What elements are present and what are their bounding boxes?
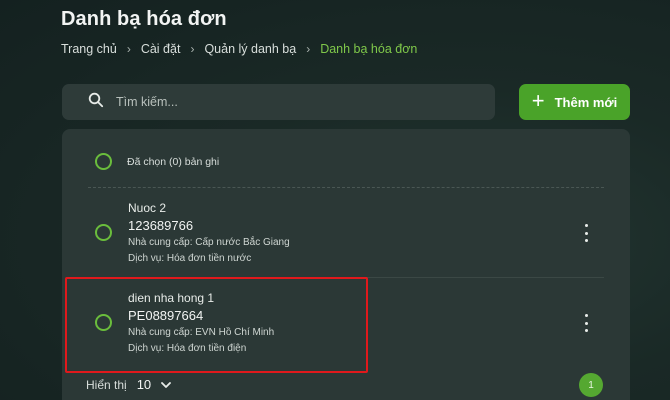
breadcrumb-current: Danh bạ hóa đơn bbox=[320, 42, 418, 56]
bill-provider: Nhà cung cấp: EVN Hồ Chí Minh bbox=[128, 327, 275, 338]
breadcrumb-separator: › bbox=[190, 42, 195, 56]
selected-count-label: Đã chọn (0) bản ghi bbox=[127, 155, 220, 168]
breadcrumb-separator: › bbox=[126, 42, 131, 56]
bill-code: PE08897664 bbox=[128, 308, 204, 323]
row-select-radio[interactable] bbox=[95, 314, 112, 331]
divider bbox=[88, 277, 604, 278]
list-item[interactable]: Nuoc 2 123689766 Nhà cung cấp: Cấp nước … bbox=[62, 191, 630, 277]
page-size-label: Hiển thị bbox=[86, 377, 127, 392]
more-options-icon[interactable] bbox=[579, 314, 593, 332]
bill-code: 123689766 bbox=[128, 218, 194, 233]
add-button-label: Thêm mới bbox=[554, 94, 618, 110]
divider bbox=[88, 187, 604, 188]
bill-name: dien nha hong 1 bbox=[128, 291, 215, 305]
bill-provider: Nhà cung cấp: Cấp nước Bắc Giang bbox=[128, 237, 290, 248]
breadcrumb-home[interactable]: Trang chủ bbox=[61, 42, 117, 56]
select-all-radio[interactable] bbox=[95, 153, 112, 170]
add-button[interactable]: + Thêm mới bbox=[519, 84, 630, 120]
pagination-current-page[interactable]: 1 bbox=[579, 373, 603, 397]
list-item[interactable]: dien nha hong 1 PE08897664 Nhà cung cấp:… bbox=[62, 281, 630, 367]
row-select-radio[interactable] bbox=[95, 224, 112, 241]
select-all[interactable]: Đã chọn (0) bản ghi bbox=[95, 153, 219, 170]
breadcrumb-settings[interactable]: Cài đặt bbox=[141, 42, 181, 56]
search-icon bbox=[88, 92, 104, 113]
plus-icon: + bbox=[531, 88, 545, 113]
page-title: Danh bạ hóa đơn bbox=[61, 8, 227, 30]
page-size-value[interactable]: 10 bbox=[137, 377, 151, 392]
breadcrumb-separator: › bbox=[306, 42, 311, 56]
more-options-icon[interactable] bbox=[579, 224, 593, 242]
page-size-selector[interactable]: Hiển thị 10 bbox=[86, 377, 172, 392]
bill-service: Dịch vụ: Hóa đơn tiền nước bbox=[128, 253, 252, 264]
bill-service: Dịch vụ: Hóa đơn tiền điện bbox=[128, 343, 247, 354]
breadcrumb: Trang chủ › Cài đặt › Quản lý danh bạ › … bbox=[61, 42, 417, 56]
search-input[interactable] bbox=[116, 95, 476, 109]
chevron-down-icon[interactable] bbox=[161, 378, 172, 392]
breadcrumb-contacts[interactable]: Quản lý danh bạ bbox=[204, 42, 296, 56]
bill-name: Nuoc 2 bbox=[128, 201, 167, 215]
search-box[interactable] bbox=[62, 84, 495, 120]
bill-list-panel: Đã chọn (0) bản ghi Nuoc 2 123689766 Nhà… bbox=[62, 129, 630, 400]
